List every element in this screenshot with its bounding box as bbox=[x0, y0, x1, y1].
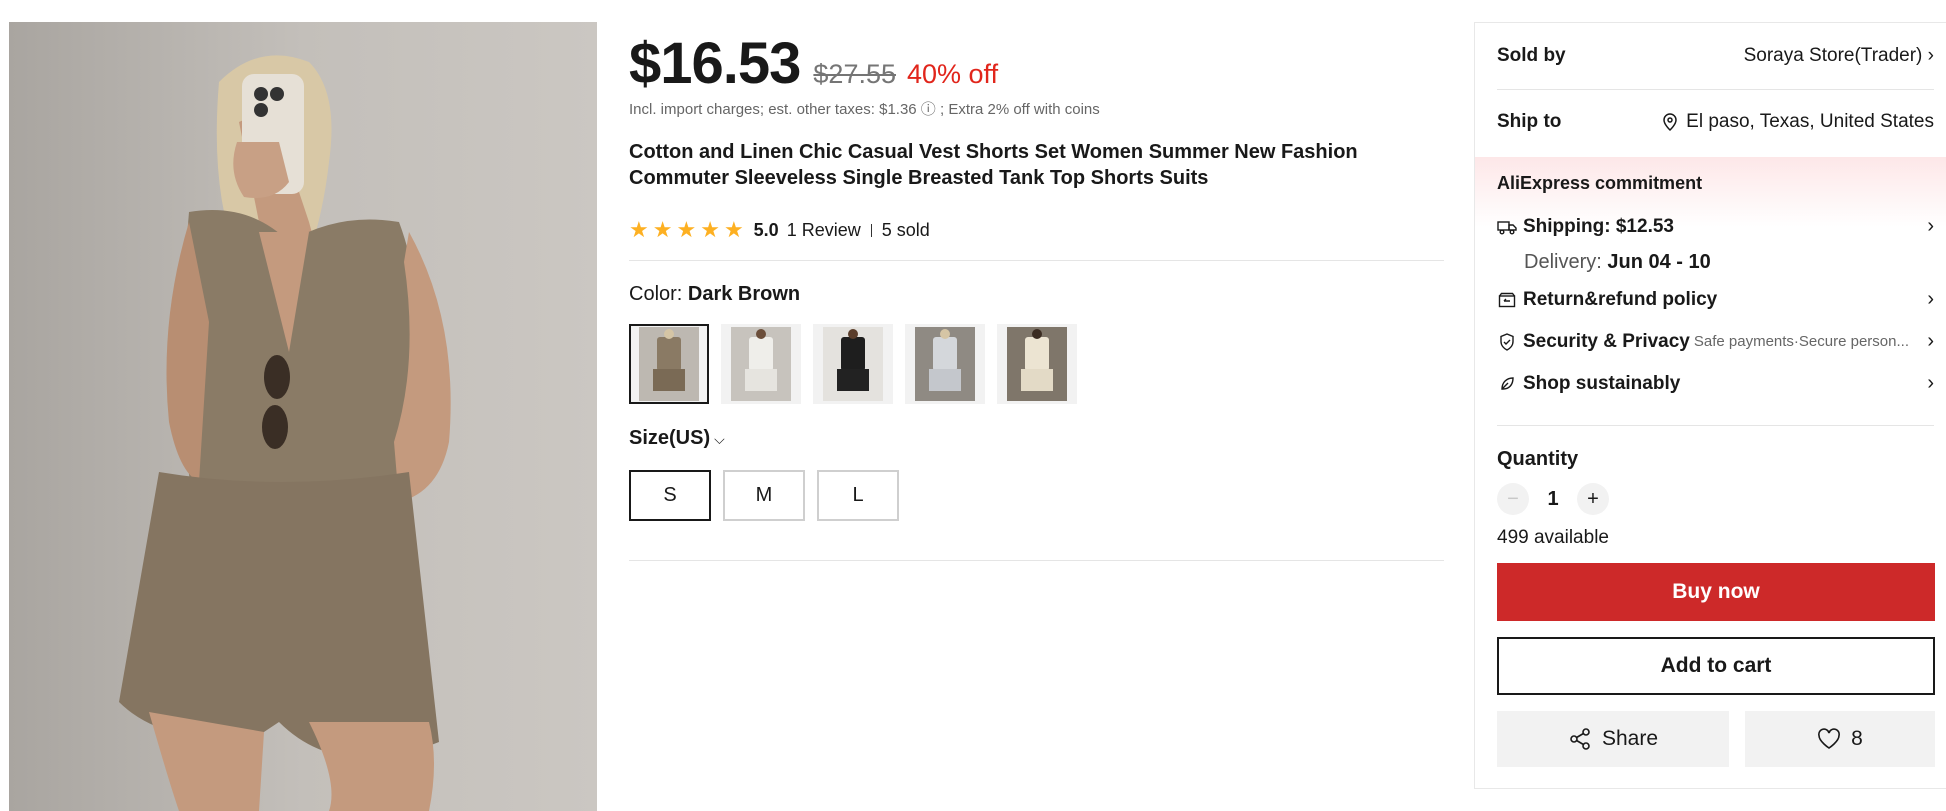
star-icon: ★ bbox=[652, 217, 673, 242]
swatch-thumbnail bbox=[731, 327, 791, 401]
swatch-thumbnail bbox=[639, 327, 699, 401]
discount-badge: 40% off bbox=[907, 59, 999, 89]
security-row[interactable]: Security & Privacy Safe payments·Secure … bbox=[1497, 330, 1934, 353]
divider bbox=[870, 223, 872, 237]
shield-icon bbox=[1497, 332, 1517, 352]
swatch-thumbnail bbox=[823, 327, 883, 401]
selected-color: Dark Brown bbox=[687, 283, 801, 305]
chevron-right-icon: › bbox=[1927, 288, 1934, 310]
size-selector-label[interactable]: Size(US) ⌵ bbox=[629, 427, 725, 450]
leaf-icon bbox=[1497, 374, 1517, 394]
divider bbox=[1497, 89, 1934, 90]
decrease-quantity-button[interactable]: − bbox=[1497, 483, 1529, 515]
tax-note: Incl. import charges; est. other taxes: … bbox=[629, 101, 1100, 118]
product-main-image[interactable] bbox=[9, 22, 597, 811]
add-to-cart-button[interactable]: Add to cart bbox=[1497, 637, 1935, 695]
delivery-dates: Jun 04 - 10 bbox=[1607, 251, 1711, 273]
share-label: Share bbox=[1601, 727, 1659, 750]
security-subtext: Safe payments·Secure person... bbox=[1693, 333, 1909, 350]
rating-value: 5.0 bbox=[753, 219, 779, 240]
wishlist-count: 8 bbox=[1851, 727, 1863, 750]
available-stock: 499 available bbox=[1497, 527, 1609, 548]
sustainable-row[interactable]: Shop sustainably › bbox=[1497, 372, 1934, 395]
swatch-thumbnail bbox=[1007, 327, 1067, 401]
color-label-prefix: Color: bbox=[629, 283, 688, 305]
purchase-panel: Sold by Soraya Store(Trader) › Ship to E… bbox=[1474, 22, 1946, 789]
shipping-cost: Shipping: $12.53 bbox=[1523, 215, 1674, 237]
swatch-thumbnail bbox=[915, 327, 975, 401]
size-option-l[interactable]: L bbox=[817, 470, 899, 521]
ship-to-row[interactable]: Ship to El paso, Texas, United States bbox=[1497, 111, 1934, 133]
chevron-right-icon: › bbox=[1927, 45, 1934, 66]
security-label: Security & Privacy bbox=[1523, 330, 1690, 352]
wishlist-button[interactable]: 8 bbox=[1745, 711, 1935, 767]
location-pin-icon bbox=[1663, 113, 1677, 131]
star-icon: ★ bbox=[676, 217, 697, 242]
size-option-s[interactable]: S bbox=[629, 470, 711, 521]
star-icon: ★ bbox=[629, 217, 649, 242]
truck-icon bbox=[1497, 217, 1517, 237]
star-icon: ★ bbox=[723, 217, 744, 242]
store-name-text: Soraya Store(Trader) bbox=[1743, 45, 1923, 66]
share-icon bbox=[1570, 728, 1590, 750]
store-name[interactable]: Soraya Store(Trader) › bbox=[1744, 45, 1934, 67]
chevron-right-icon: › bbox=[1927, 215, 1934, 237]
chevron-right-icon: › bbox=[1927, 372, 1934, 394]
rating-stars: ★ ★ ★ ★ ★ bbox=[629, 219, 744, 241]
quantity-stepper: − 1 + bbox=[1497, 483, 1609, 515]
product-title: Cotton and Linen Chic Casual Vest Shorts… bbox=[629, 141, 1358, 189]
return-policy-row[interactable]: Return&refund policy › bbox=[1497, 288, 1934, 311]
original-price: $27.55 bbox=[813, 59, 896, 89]
divider bbox=[1497, 425, 1934, 426]
quantity-label: Quantity bbox=[1497, 448, 1579, 470]
divider bbox=[629, 260, 1444, 261]
buy-now-button[interactable]: Buy now bbox=[1497, 563, 1935, 621]
rating-row: ★ ★ ★ ★ ★ 5.0 1 Review 5 sold bbox=[629, 219, 930, 241]
ship-to-value[interactable]: El paso, Texas, United States bbox=[1662, 111, 1934, 133]
color-swatch-light-gray[interactable] bbox=[905, 324, 985, 404]
size-options: S M L bbox=[629, 470, 899, 521]
color-swatches bbox=[629, 324, 1077, 404]
current-price: $16.53 bbox=[629, 31, 801, 96]
ship-to-label: Ship to bbox=[1497, 111, 1562, 132]
size-option-m[interactable]: M bbox=[723, 470, 805, 521]
sustainable-label: Shop sustainably bbox=[1523, 372, 1681, 394]
chevron-right-icon: › bbox=[1927, 330, 1934, 352]
divider bbox=[629, 560, 1444, 561]
color-swatch-black[interactable] bbox=[813, 324, 893, 404]
share-button[interactable]: Share bbox=[1497, 711, 1729, 767]
increase-quantity-button[interactable]: + bbox=[1577, 483, 1609, 515]
return-box-icon bbox=[1497, 290, 1517, 310]
quantity-value[interactable]: 1 bbox=[1529, 488, 1577, 511]
review-count-link[interactable]: 1 Review bbox=[787, 220, 861, 241]
size-label-text: Size(US) bbox=[629, 427, 711, 449]
ship-to-location: El paso, Texas, United States bbox=[1686, 111, 1934, 132]
sold-by-row[interactable]: Sold by Soraya Store(Trader) › bbox=[1497, 45, 1934, 67]
delivery-label: Delivery: bbox=[1524, 251, 1608, 273]
commitment-title: AliExpress commitment bbox=[1497, 173, 1703, 193]
color-label: Color: Dark Brown bbox=[629, 283, 800, 306]
return-policy-label: Return&refund policy bbox=[1523, 288, 1718, 310]
sold-count: 5 sold bbox=[881, 219, 930, 240]
color-swatch-white[interactable] bbox=[721, 324, 801, 404]
shipping-row[interactable]: Shipping: $12.53 › bbox=[1497, 215, 1934, 238]
price-row: $16.53 $27.55 40% off bbox=[629, 30, 998, 97]
chevron-down-icon: ⌵ bbox=[714, 431, 725, 447]
delivery-estimate: Delivery: Jun 04 - 10 bbox=[1524, 251, 1711, 274]
heart-icon bbox=[1818, 728, 1841, 749]
star-icon: ★ bbox=[700, 217, 720, 242]
sold-by-label: Sold by bbox=[1497, 45, 1566, 66]
color-swatch-dark-brown[interactable] bbox=[629, 324, 709, 404]
color-swatch-cream[interactable] bbox=[997, 324, 1077, 404]
